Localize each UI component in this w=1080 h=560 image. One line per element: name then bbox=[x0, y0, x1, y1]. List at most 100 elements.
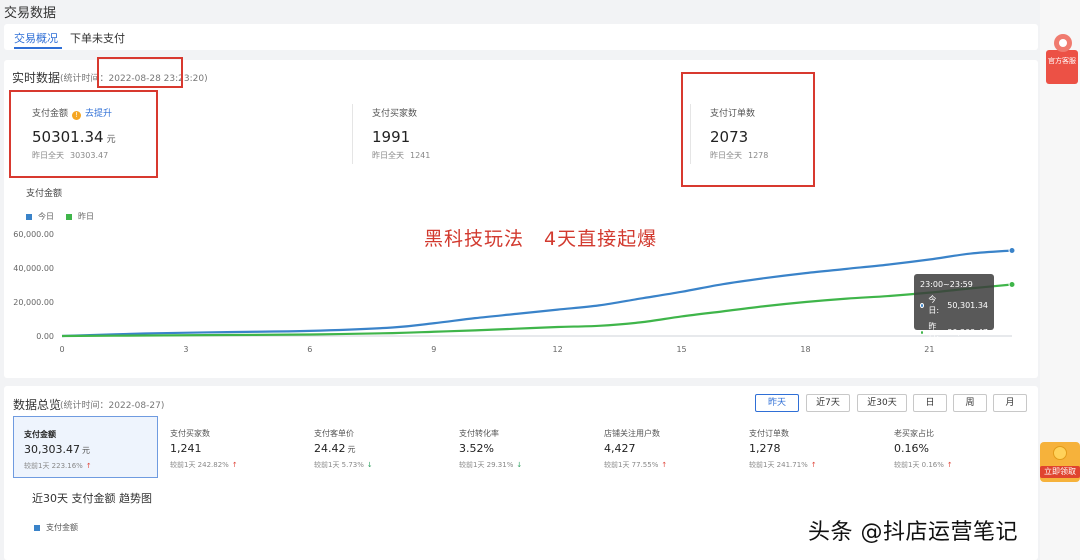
tooltip-yesterday-dot bbox=[920, 329, 925, 335]
legend-today-swatch bbox=[26, 213, 32, 220]
overview-metric-label: 支付金额 bbox=[24, 430, 56, 439]
tooltip-row-today: 今日: 50,301.34 bbox=[920, 294, 988, 316]
overview-metric-returning-ratio[interactable]: 老买家占比 0.16% 较前1天 0.16% ↑ bbox=[884, 416, 1029, 478]
customer-service-button[interactable]: 官方客服 bbox=[1046, 50, 1078, 84]
tooltip-today-dot bbox=[920, 302, 925, 308]
filter-30days-button[interactable]: 近30天 bbox=[857, 394, 907, 412]
overview-metric-compare: 较前1天 5.73% bbox=[314, 461, 364, 469]
overview-metric-value: 1,241 bbox=[170, 442, 202, 455]
overview-metric-conversion[interactable]: 支付转化率 3.52% 较前1天 29.31% ↓ bbox=[449, 416, 594, 478]
metric-compare-label: 昨日全天 bbox=[372, 151, 404, 160]
coin-icon bbox=[1053, 446, 1067, 460]
overview-metric-compare-row: 较前1天 77.55% ↑ bbox=[604, 460, 667, 470]
overview-metric-compare-row: 较前1天 223.16% ↑ bbox=[24, 461, 92, 471]
y-tick-label: 20,000.00 bbox=[13, 298, 54, 307]
legend-yesterday-label: 昨日 bbox=[78, 212, 94, 221]
overview-metric-compare-row: 较前1天 0.16% ↑ bbox=[894, 460, 953, 470]
metric-buyers-value: 1991 bbox=[372, 128, 411, 146]
series-line-yesterday bbox=[61, 283, 1013, 338]
tooltip-yesterday-label: 昨日: bbox=[928, 322, 940, 342]
arrow-down-icon: ↓ bbox=[516, 461, 523, 469]
filter-month-button[interactable]: 月 bbox=[993, 394, 1027, 412]
overview-metric-compare: 较前1天 0.16% bbox=[894, 461, 944, 469]
y-tick-label: 0.00 bbox=[36, 332, 54, 341]
overview-metric-value-row: 24.42 元 bbox=[314, 442, 356, 455]
y-tick-label: 40,000.00 bbox=[13, 264, 54, 273]
legend-today[interactable]: 今日 bbox=[26, 211, 54, 222]
legend-today-label: 今日 bbox=[38, 212, 54, 221]
chart-tooltip: 23:00~23:59 今日: 50,301.34 昨日: 30,303.47 bbox=[914, 274, 994, 342]
y-tick-label: 60,000.00 bbox=[13, 230, 54, 239]
highlight-box-orders bbox=[681, 72, 815, 187]
overview-metric-compare-row: 较前1天 29.31% ↓ bbox=[459, 460, 522, 470]
x-tick-label: 0 bbox=[59, 345, 64, 354]
overview-metric-buyers[interactable]: 支付买家数 1,241 较前1天 242.82% ↑ bbox=[160, 416, 305, 478]
filter-day-button[interactable]: 日 bbox=[913, 394, 947, 412]
overview-metric-unit: 元 bbox=[81, 446, 90, 455]
x-tick-label: 21 bbox=[924, 345, 934, 354]
chart-title: 支付金额 bbox=[26, 189, 63, 199]
tooltip-today-value: 50,301.34 bbox=[947, 300, 988, 310]
overview-metric-value-row: 30,303.47 元 bbox=[24, 443, 90, 456]
overview-metric-compare-row: 较前1天 241.71% ↑ bbox=[749, 460, 817, 470]
arrow-up-icon: ↑ bbox=[661, 461, 668, 469]
trend-legend-label: 支付金额 bbox=[46, 523, 78, 532]
overview-metric-avg-price[interactable]: 支付客单价 24.42 元 较前1天 5.73% ↓ bbox=[304, 416, 449, 478]
metric-buyers[interactable]: 支付买家数 1991 昨日全天 1241 bbox=[352, 92, 690, 176]
overview-metric-compare: 较前1天 241.71% bbox=[749, 461, 808, 469]
overview-metric-pay-amount[interactable]: 支付金额 30,303.47 元 较前1天 223.16% ↑ bbox=[13, 416, 158, 478]
claim-now-button[interactable]: 立即领取 bbox=[1040, 442, 1080, 482]
tabs-bar: 交易概况 下单未支付 bbox=[4, 24, 1038, 50]
legend-yesterday[interactable]: 昨日 bbox=[66, 211, 94, 222]
arrow-down-icon: ↓ bbox=[366, 461, 373, 469]
overview-metric-label: 老买家占比 bbox=[894, 429, 934, 438]
tab-unpaid-orders[interactable]: 下单未支付 bbox=[70, 30, 125, 46]
watermark: 头条 @抖店运营笔记 bbox=[808, 520, 1018, 545]
x-tick-label: 12 bbox=[553, 345, 563, 354]
overview-metric-compare: 较前1天 29.31% bbox=[459, 461, 514, 469]
series-point-today bbox=[1008, 246, 1016, 254]
overview-metric-label: 支付买家数 bbox=[170, 429, 210, 438]
overview-metric-value: 3.52% bbox=[459, 442, 494, 455]
customer-service-icon bbox=[1054, 34, 1072, 52]
overview-metric-compare-row: 较前1天 5.73% ↓ bbox=[314, 460, 373, 470]
overview-metric-value: 24.42 bbox=[314, 442, 346, 455]
tooltip-today-label: 今日: bbox=[928, 295, 940, 315]
arrow-up-icon: ↑ bbox=[810, 461, 817, 469]
metric-compare-value: 1241 bbox=[410, 151, 431, 160]
realtime-title: 实时数据 bbox=[12, 71, 61, 85]
claim-now-label: 立即领取 bbox=[1040, 466, 1080, 478]
overview-metric-label: 支付转化率 bbox=[459, 429, 499, 438]
x-tick-label: 15 bbox=[676, 345, 686, 354]
overview-title: 数据总览 bbox=[13, 398, 62, 412]
filter-7days-button[interactable]: 近7天 bbox=[806, 394, 850, 412]
overview-metric-compare-row: 较前1天 242.82% ↑ bbox=[170, 460, 238, 470]
trend-legend-swatch bbox=[34, 524, 40, 531]
tooltip-row-yesterday: 昨日: 30,303.47 bbox=[920, 321, 988, 343]
x-tick-label: 3 bbox=[183, 345, 188, 354]
filter-yesterday-button[interactable]: 昨天 bbox=[755, 394, 799, 412]
trend-legend[interactable]: 支付金额 bbox=[34, 522, 78, 533]
overview-metric-value: 30,303.47 bbox=[24, 443, 80, 456]
metric-buyers-compare: 昨日全天 1241 bbox=[372, 150, 430, 161]
series-line-today bbox=[61, 249, 1013, 338]
arrow-up-icon: ↑ bbox=[946, 461, 953, 469]
overview-metric-compare: 较前1天 242.82% bbox=[170, 461, 229, 469]
active-tab-indicator bbox=[14, 47, 62, 49]
tooltip-time: 23:00~23:59 bbox=[920, 280, 973, 289]
tooltip-yesterday-value: 30,303.47 bbox=[947, 327, 988, 337]
overview-metric-compare: 较前1天 77.55% bbox=[604, 461, 659, 469]
overview-metric-followers[interactable]: 店铺关注用户数 4,427 较前1天 77.55% ↑ bbox=[594, 416, 739, 478]
overview-stat-time: (统计时间：2022-08-27) bbox=[60, 401, 165, 411]
tab-trade-overview[interactable]: 交易概况 bbox=[14, 30, 58, 46]
overview-metric-orders[interactable]: 支付订单数 1,278 较前1天 241.71% ↑ bbox=[739, 416, 884, 478]
arrow-up-icon: ↑ bbox=[85, 462, 92, 470]
x-tick-label: 18 bbox=[800, 345, 810, 354]
trend-chart-title: 近30天 支付金额 趋势图 bbox=[32, 492, 152, 505]
highlight-box-stat-time bbox=[97, 57, 183, 88]
arrow-up-icon: ↑ bbox=[231, 461, 238, 469]
filter-week-button[interactable]: 周 bbox=[953, 394, 987, 412]
overview-metric-compare: 较前1天 223.16% bbox=[24, 462, 83, 470]
x-tick-label: 6 bbox=[307, 345, 312, 354]
overlay-caption: 黑科技玩法 4天直接起爆 bbox=[424, 228, 658, 250]
